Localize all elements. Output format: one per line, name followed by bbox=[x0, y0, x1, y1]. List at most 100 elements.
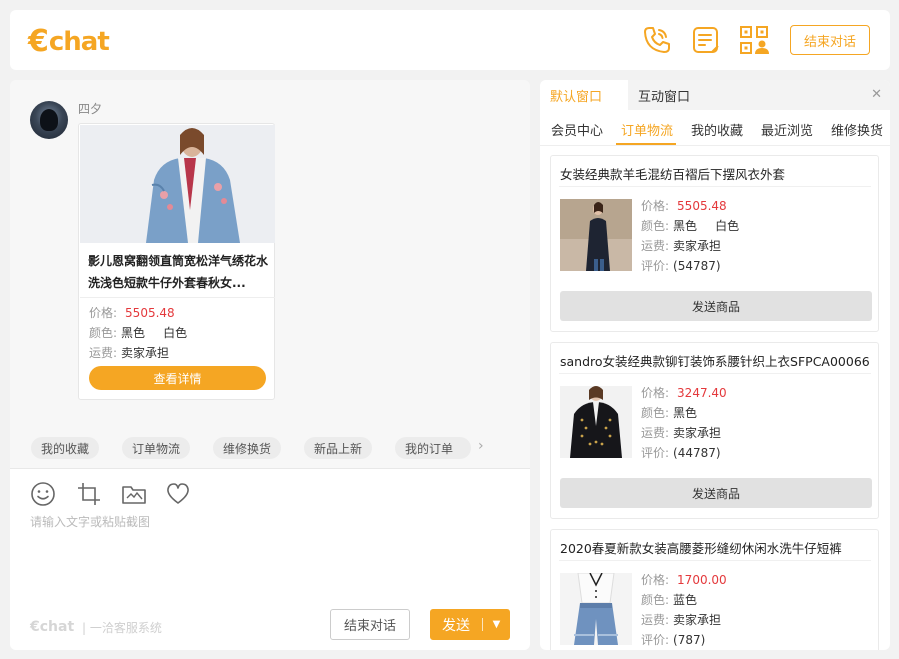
folder-icon[interactable] bbox=[121, 481, 147, 507]
color-value-1: 蓝色 bbox=[673, 593, 698, 607]
shipping-label: 运费: bbox=[641, 613, 670, 627]
price-row: 价格: 5505.48 bbox=[641, 197, 727, 214]
divider bbox=[559, 373, 871, 374]
price-label: 价格: bbox=[89, 306, 118, 320]
product-title: sandro女装经典款铆钉装饰系腰针织上衣SFPCA00066 bbox=[560, 354, 870, 369]
qrcode-user-icon[interactable] bbox=[738, 24, 770, 56]
product-title: 影儿恩窝翻领直筒宽松洋气绣花水洗浅色短款牛仔外套春秋女... bbox=[88, 254, 268, 290]
color-value-1: 黑色 bbox=[121, 326, 146, 340]
shipping-value: 卖家承担 bbox=[121, 346, 170, 360]
heart-icon[interactable] bbox=[165, 481, 191, 507]
color-value-2: 白色 bbox=[163, 326, 188, 340]
top-bar: € chat 结束对话 bbox=[10, 10, 890, 70]
color-value-2: 白色 bbox=[715, 219, 740, 233]
product-item: 女装经典款羊毛混纺百褶后下摆风衣外套 价格: 5505.48 颜色: 黑色 白色 运费… bbox=[550, 155, 879, 332]
color-row: 颜色: 黑色 白色 bbox=[641, 217, 739, 234]
product-title: 女装经典款羊毛混纺百褶后下摆风衣外套 bbox=[560, 167, 786, 182]
view-details-button[interactable]: 查看详情 bbox=[89, 366, 266, 390]
send-product-button[interactable]: 发送商品 bbox=[560, 291, 872, 321]
divider bbox=[540, 145, 890, 146]
shipping-row: 运费: 卖家承担 bbox=[641, 424, 721, 441]
footer-logo-text: chat bbox=[39, 619, 75, 635]
shipping-label: 运费: bbox=[641, 426, 670, 440]
review-count: (787) bbox=[673, 633, 706, 647]
color-label: 颜色: bbox=[641, 406, 670, 420]
price-value: 1700.00 bbox=[677, 573, 727, 587]
shipping-row: 运费: 卖家承担 bbox=[641, 237, 721, 254]
shipping-value: 卖家承担 bbox=[673, 239, 722, 253]
review-label: 评价: bbox=[641, 259, 670, 273]
review-label: 评价: bbox=[641, 633, 670, 647]
quick-reply-my-orders[interactable]: 我的订单 bbox=[395, 437, 471, 459]
tab-interactive-window[interactable]: 互动窗口 bbox=[628, 80, 718, 110]
window-tabs: 默认窗口 互动窗口 ✕ bbox=[540, 80, 890, 110]
note-icon[interactable] bbox=[690, 24, 722, 56]
chat-panel: 四夕 影儿恩窝翻领直筒宽松洋气绣花水洗浅色短款牛仔外套春秋女... 价格: 550… bbox=[10, 80, 530, 650]
emoji-icon[interactable] bbox=[30, 481, 56, 507]
price-value: 3247.40 bbox=[677, 386, 727, 400]
shipping-label: 运费: bbox=[89, 346, 118, 360]
end-chat-button[interactable]: 结束对话 bbox=[330, 609, 410, 640]
color-row: 颜色: 蓝色 bbox=[641, 591, 697, 608]
product-card[interactable]: 影儿恩窝翻领直筒宽松洋气绣花水洗浅色短款牛仔外套春秋女... 价格: 5505.4… bbox=[78, 123, 275, 400]
divider bbox=[80, 297, 275, 298]
shipping-row: 运费: 卖家承担 bbox=[89, 344, 169, 361]
price-label: 价格: bbox=[641, 386, 670, 400]
tab-order-logistics[interactable]: 订单物流 bbox=[621, 120, 673, 139]
echat-logo: € chat bbox=[28, 24, 110, 59]
price-label: 价格: bbox=[641, 199, 670, 213]
product-item: sandro女装经典款铆钉装饰系腰针织上衣SFPCA00066 价格: 3247.… bbox=[550, 342, 879, 519]
send-product-button[interactable]: 发送商品 bbox=[560, 478, 872, 508]
divider bbox=[559, 560, 871, 561]
price-value: 5505.48 bbox=[125, 306, 175, 320]
crop-icon[interactable] bbox=[76, 481, 102, 507]
shipping-value: 卖家承担 bbox=[673, 613, 722, 627]
tab-repair-exchange[interactable]: 维修换货 bbox=[831, 120, 883, 139]
review-row: 评价: (54787) bbox=[641, 257, 721, 274]
avatar bbox=[30, 101, 68, 139]
footer-logo: €chat bbox=[30, 619, 75, 635]
quick-reply-favorites[interactable]: 我的收藏 bbox=[31, 437, 100, 459]
quick-reply-repair[interactable]: 维修换货 bbox=[213, 437, 282, 459]
product-image bbox=[80, 125, 275, 243]
logo-text: chat bbox=[48, 26, 110, 57]
divider bbox=[559, 186, 871, 187]
price-row: 价格: 5505.48 bbox=[89, 304, 175, 321]
chevron-right-icon[interactable]: › bbox=[478, 438, 484, 454]
review-count: (54787) bbox=[673, 259, 721, 273]
close-icon[interactable]: ✕ bbox=[871, 87, 882, 102]
review-label: 评价: bbox=[641, 446, 670, 460]
end-chat-top-button[interactable]: 结束对话 bbox=[790, 25, 870, 55]
product-item: 2020春夏新款女装高腰菱形缝纫休闲水洗牛仔短裤 价格: 1700.00 颜色: 蓝… bbox=[550, 529, 879, 650]
product-image bbox=[560, 386, 632, 458]
color-value-1: 黑色 bbox=[673, 406, 698, 420]
price-row: 价格: 1700.00 bbox=[641, 571, 727, 588]
color-value-1: 黑色 bbox=[673, 219, 698, 233]
review-row: 评价: (787) bbox=[641, 631, 705, 648]
shipping-row: 运费: 卖家承担 bbox=[641, 611, 721, 628]
review-row: 评价: (44787) bbox=[641, 444, 721, 461]
product-image bbox=[560, 199, 632, 271]
color-label: 颜色: bbox=[89, 326, 118, 340]
footer-text: | 一洽客服系统 bbox=[82, 621, 162, 635]
side-panel: 默认窗口 互动窗口 ✕ 会员中心 订单物流 我的收藏 最近浏览 维修换货 女装经… bbox=[540, 80, 890, 650]
quick-reply-new-arrivals[interactable]: 新品上新 bbox=[304, 437, 373, 459]
tab-my-favorites[interactable]: 我的收藏 bbox=[691, 120, 743, 139]
product-image bbox=[560, 573, 632, 645]
tab-member-center[interactable]: 会员中心 bbox=[551, 120, 603, 139]
quick-reply-logistics[interactable]: 订单物流 bbox=[122, 437, 191, 459]
tab-recent-views[interactable]: 最近浏览 bbox=[761, 120, 813, 139]
message-input[interactable]: 请输入文字或粘贴截图 bbox=[30, 513, 150, 530]
color-row: 颜色: 黑色 白色 bbox=[89, 324, 187, 341]
send-button[interactable]: 发送 ▼ bbox=[430, 609, 510, 640]
phone-icon[interactable] bbox=[640, 24, 672, 56]
caret-down-icon[interactable]: ▼ bbox=[483, 619, 510, 630]
color-label: 颜色: bbox=[641, 219, 670, 233]
color-row: 颜色: 黑色 bbox=[641, 404, 697, 421]
review-count: (44787) bbox=[673, 446, 721, 460]
shipping-label: 运费: bbox=[641, 239, 670, 253]
tab-default-window[interactable]: 默认窗口 bbox=[540, 80, 628, 110]
send-label: 发送 bbox=[442, 617, 470, 634]
color-label: 颜色: bbox=[641, 593, 670, 607]
message-composer: 请输入文字或粘贴截图 €chat | 一洽客服系统 结束对话 发送 ▼ bbox=[10, 468, 530, 650]
